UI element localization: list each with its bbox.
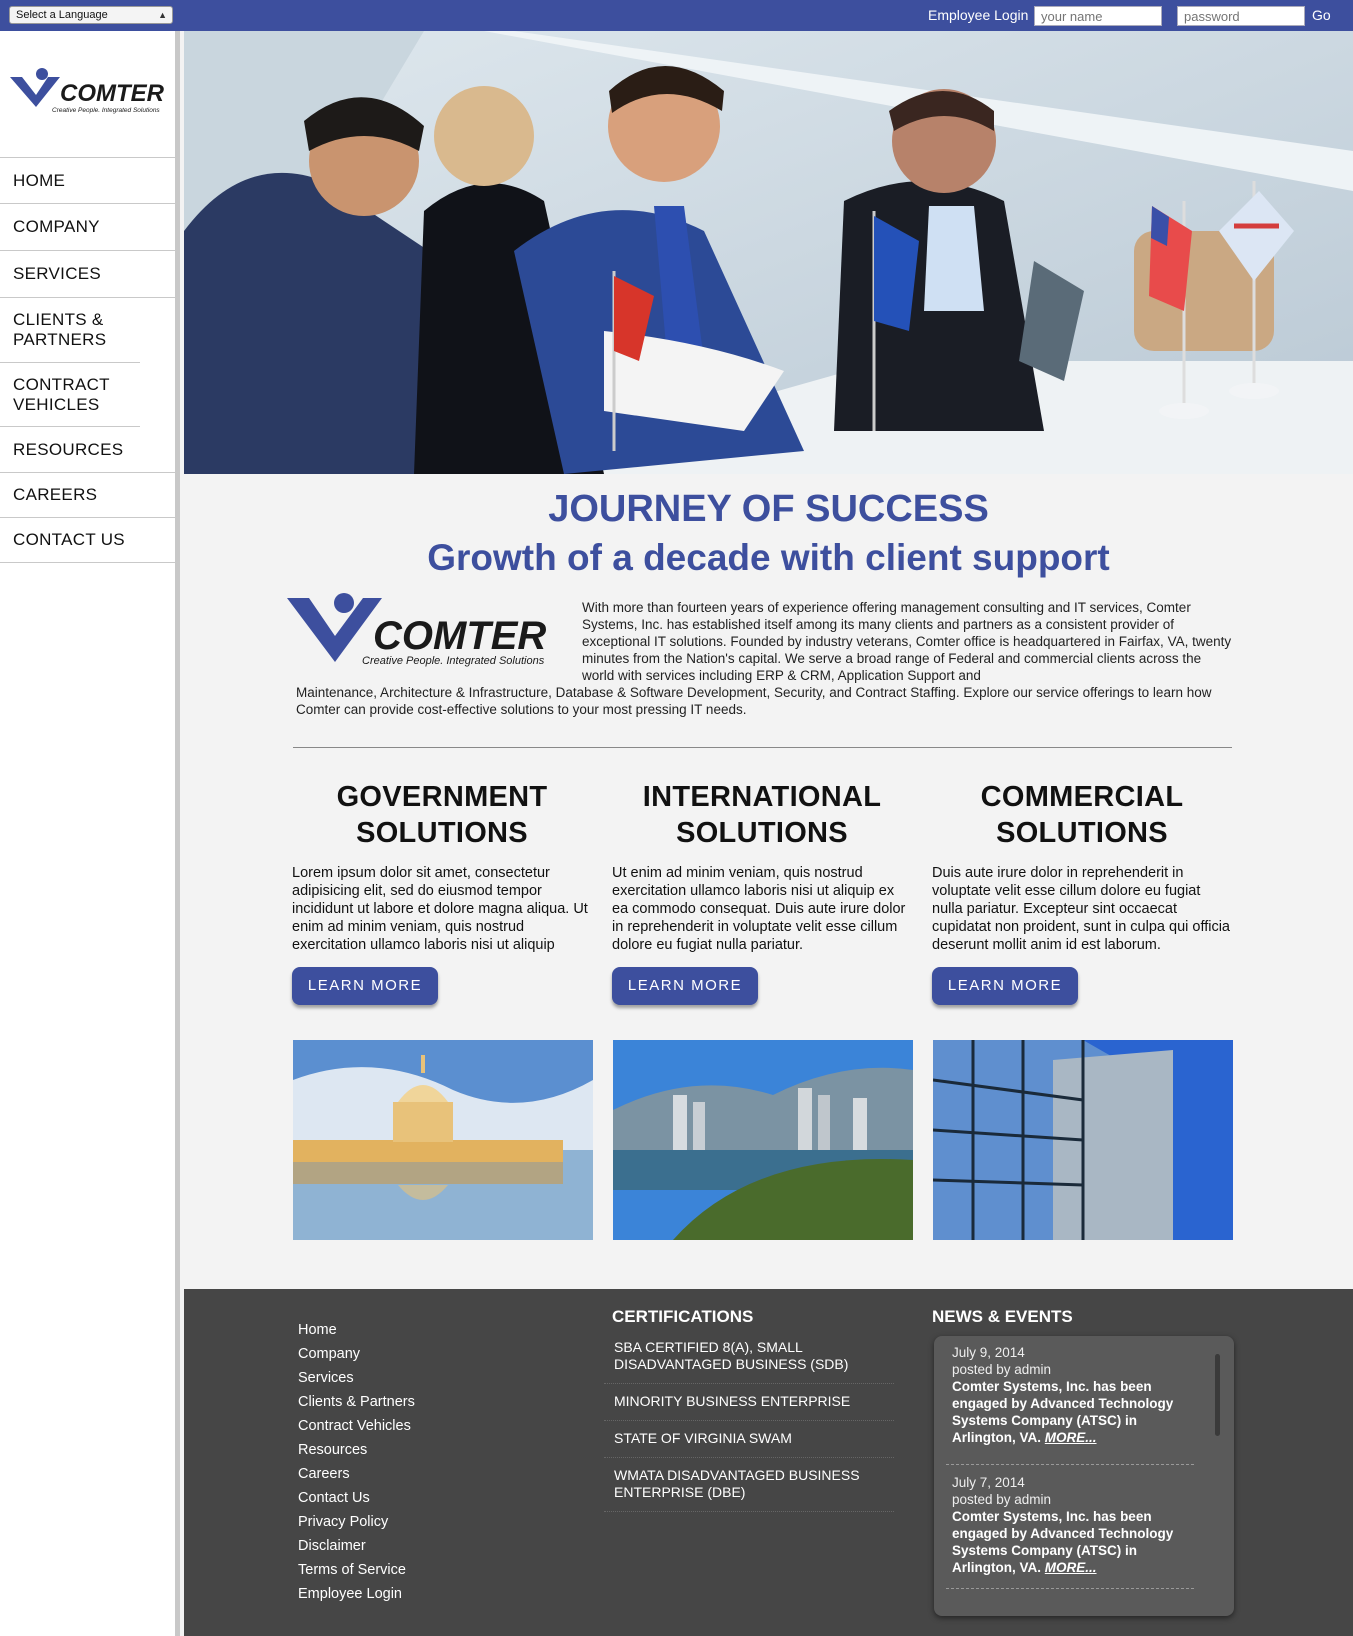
comter-logo-large: COMTER Creative People. Integrated Solut… — [287, 593, 546, 667]
footer-link-contact-us[interactable]: Contact Us — [298, 1486, 415, 1510]
username-input[interactable] — [1034, 6, 1162, 26]
government-solutions-text: Lorem ipsum dolor sit amet, consectetur … — [292, 865, 588, 953]
nav-item-contract-vehicles[interactable]: CONTRACT VEHICLES — [0, 363, 140, 427]
nav-item-services[interactable]: SERVICES — [0, 251, 175, 298]
news-more-link[interactable]: MORE... — [1045, 1560, 1097, 1575]
footer-link-privacy-policy[interactable]: Privacy Policy — [298, 1510, 415, 1534]
footer-link-services[interactable]: Services — [298, 1366, 415, 1390]
footer-link-resources[interactable]: Resources — [298, 1438, 415, 1462]
section-divider — [293, 747, 1232, 748]
intro-text-continued: Maintenance, Architecture & Infrastructu… — [296, 685, 1212, 717]
svg-text:COMTER: COMTER — [373, 614, 546, 658]
news-author: posted by admin — [952, 1362, 1052, 1377]
svg-text:COMTER: COMTER — [60, 80, 165, 107]
certification-item: STATE OF VIRGINIA SWAM — [604, 1426, 894, 1458]
page-title: JOURNEY OF SUCCESS — [548, 488, 989, 530]
page-subtitle: Growth of a decade with client support — [427, 537, 1110, 578]
commercial-solutions-title: COMMERCIAL SOLUTIONS — [980, 781, 1184, 849]
footer-link-employee-login[interactable]: Employee Login — [298, 1582, 415, 1606]
commercial-solutions-column: COMMERCIAL SOLUTIONS Duis aute irure dol… — [932, 779, 1232, 1005]
news-more-link[interactable]: MORE... — [1045, 1430, 1097, 1445]
commercial-solutions-text: Duis aute irure dolor in reprehenderit i… — [932, 865, 1230, 953]
nav-item-clients-partners[interactable]: CLIENTS & PARTNERS — [0, 298, 140, 363]
footer-link-disclaimer[interactable]: Disclaimer — [298, 1534, 415, 1558]
language-select[interactable]: Select a Language ▲︎ — [9, 6, 173, 24]
footer-link-contract-vehicles[interactable]: Contract Vehicles — [298, 1414, 415, 1438]
international-solutions-column: INTERNATIONAL SOLUTIONS Ut enim ad minim… — [612, 779, 912, 1005]
select-arrows-icon: ▲︎ — [158, 10, 167, 20]
footer-link-company[interactable]: Company — [298, 1342, 415, 1366]
footer-link-clients-partners[interactable]: Clients & Partners — [298, 1390, 415, 1414]
top-bar: Select a Language ▲︎ Employee Login Go — [0, 0, 1353, 31]
nav-item-careers[interactable]: CAREERS — [0, 473, 175, 518]
international-solutions-title: INTERNATIONAL SOLUTIONS — [642, 781, 882, 849]
footer-links: Home Company Services Clients & Partners… — [298, 1318, 415, 1606]
news-date: July 7, 2014 — [952, 1475, 1025, 1490]
certification-item: MINORITY BUSINESS ENTERPRISE — [604, 1389, 894, 1421]
intro-text: With more than fourteen years of experie… — [582, 600, 1232, 683]
commercial-learn-more-button[interactable]: LEARN MORE — [932, 967, 1078, 1005]
news-item: July 9, 2014 posted by admin Comter Syst… — [952, 1344, 1192, 1446]
sidebar: COMTER Creative People. Integrated Solut… — [0, 31, 180, 1636]
news-events-heading: NEWS & EVENTS — [932, 1307, 1073, 1326]
nav-item-home[interactable]: HOME — [0, 158, 175, 204]
government-solutions-column: GOVERNMENT SOLUTIONS Lorem ipsum dolor s… — [292, 779, 592, 1005]
employee-login-label: Employee Login — [928, 7, 1029, 23]
footer: Home Company Services Clients & Partners… — [184, 1289, 1353, 1636]
language-select-label: Select a Language — [16, 9, 108, 21]
news-author: posted by admin — [952, 1492, 1052, 1507]
government-solutions-title: GOVERNMENT SOLUTIONS — [336, 781, 548, 849]
news-separator — [946, 1588, 1194, 1589]
svg-text:Creative People. Integrated So: Creative People. Integrated Solutions — [362, 655, 545, 667]
news-item: July 7, 2014 posted by admin Comter Syst… — [952, 1474, 1192, 1576]
coastal-city-image — [613, 1040, 913, 1240]
capitol-building-image — [293, 1040, 593, 1240]
nav-item-company[interactable]: COMPANY — [0, 204, 175, 251]
footer-link-terms-of-service[interactable]: Terms of Service — [298, 1558, 415, 1582]
news-scrollbar[interactable] — [1215, 1354, 1220, 1436]
hero-image-business-meeting — [184, 31, 1353, 474]
main-nav: HOME COMPANY SERVICES CLIENTS & PARTNERS… — [0, 157, 175, 563]
news-events-box: July 9, 2014 posted by admin Comter Syst… — [934, 1336, 1234, 1616]
nav-item-resources[interactable]: RESOURCES — [0, 427, 175, 473]
certifications-list: SBA CERTIFIED 8(A), SMALL DISADVANTAGED … — [604, 1335, 894, 1517]
certification-item: SBA CERTIFIED 8(A), SMALL DISADVANTAGED … — [604, 1335, 894, 1384]
news-date: July 9, 2014 — [952, 1345, 1025, 1360]
go-button[interactable]: Go — [1312, 7, 1331, 23]
certification-item: WMATA DISADVANTAGED BUSINESS ENTERPRISE … — [604, 1463, 894, 1512]
nav-item-contact-us[interactable]: CONTACT US — [0, 518, 175, 563]
footer-link-home[interactable]: Home — [298, 1318, 415, 1342]
svg-text:Creative People. Integrated So: Creative People. Integrated Solutions — [52, 107, 160, 114]
news-separator — [946, 1464, 1194, 1465]
international-solutions-text: Ut enim ad minim veniam, quis nostrud ex… — [612, 865, 906, 953]
international-learn-more-button[interactable]: LEARN MORE — [612, 967, 758, 1005]
certifications-heading: CERTIFICATIONS — [612, 1307, 754, 1326]
comter-logo[interactable]: COMTER Creative People. Integrated Solut… — [8, 67, 178, 117]
footer-link-careers[interactable]: Careers — [298, 1462, 415, 1486]
government-learn-more-button[interactable]: LEARN MORE — [292, 967, 438, 1005]
password-input[interactable] — [1177, 6, 1305, 26]
glass-office-building-image — [933, 1040, 1233, 1240]
